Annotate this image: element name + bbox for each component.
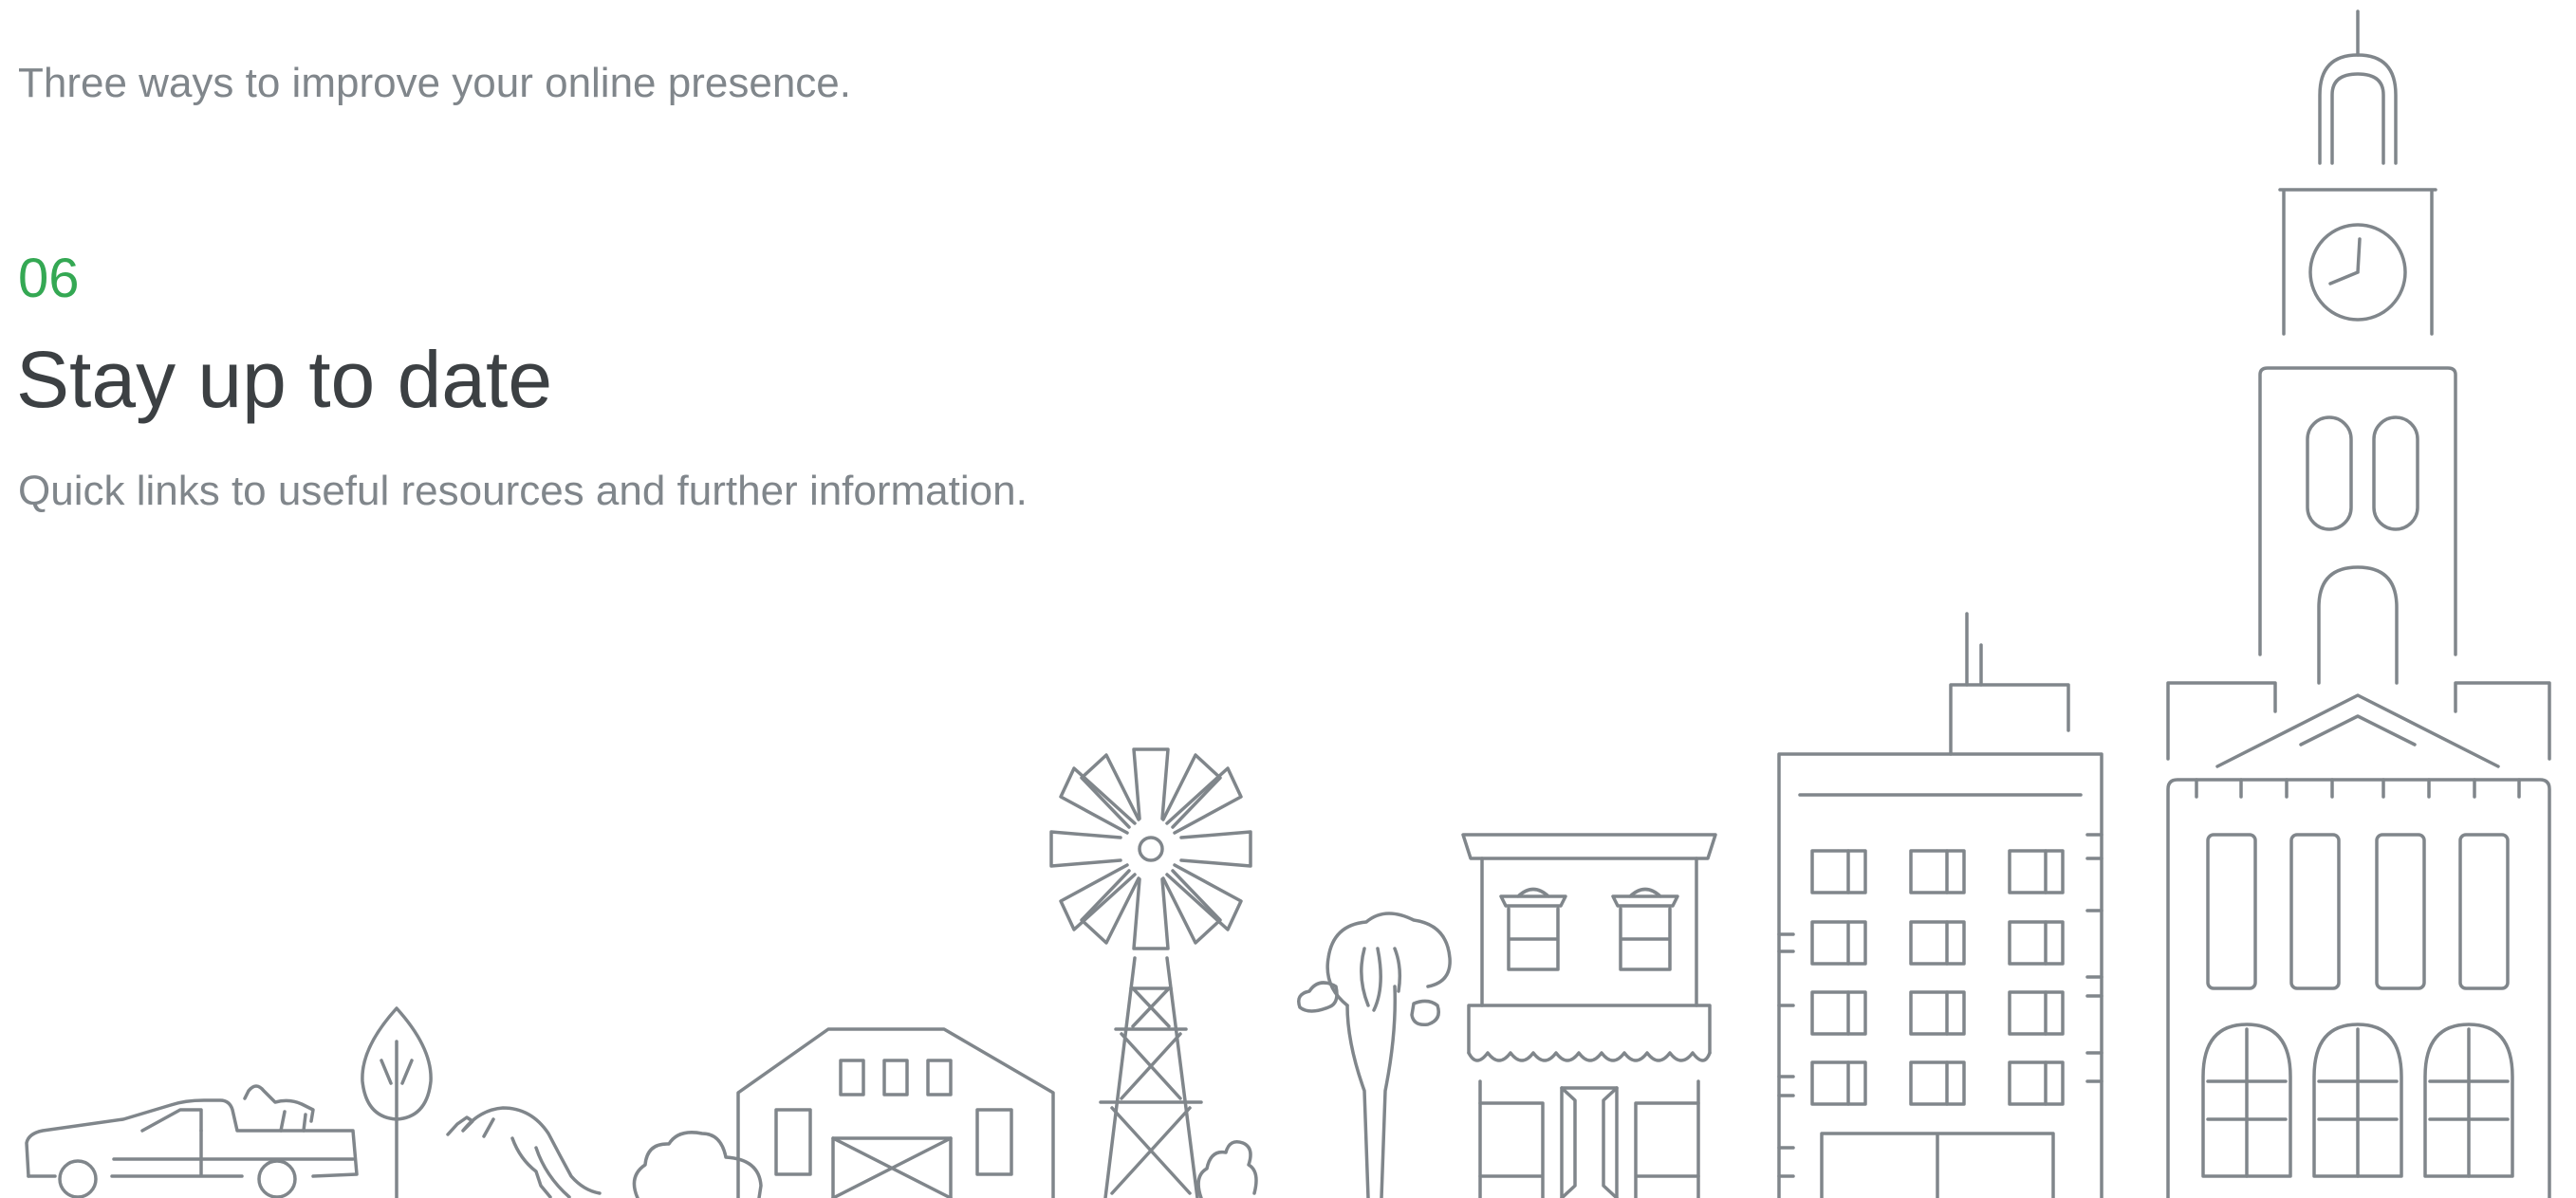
kangaroo-icon bbox=[446, 1106, 602, 1198]
barn-icon bbox=[736, 1027, 1055, 1198]
clock-tower-icon bbox=[2166, 9, 2551, 1198]
town-skyline-illustration bbox=[25, 9, 2551, 1198]
bush-icon bbox=[632, 1131, 763, 1198]
office-building-icon bbox=[1777, 612, 2103, 1198]
gum-tree-icon bbox=[1297, 912, 1452, 1198]
page: Three ways to improve your online presen… bbox=[0, 0, 2576, 1198]
ute-icon bbox=[25, 1084, 359, 1198]
windmill-icon bbox=[1049, 747, 1258, 1198]
shopfront-icon bbox=[1461, 833, 1717, 1198]
tree-icon bbox=[361, 1006, 433, 1198]
